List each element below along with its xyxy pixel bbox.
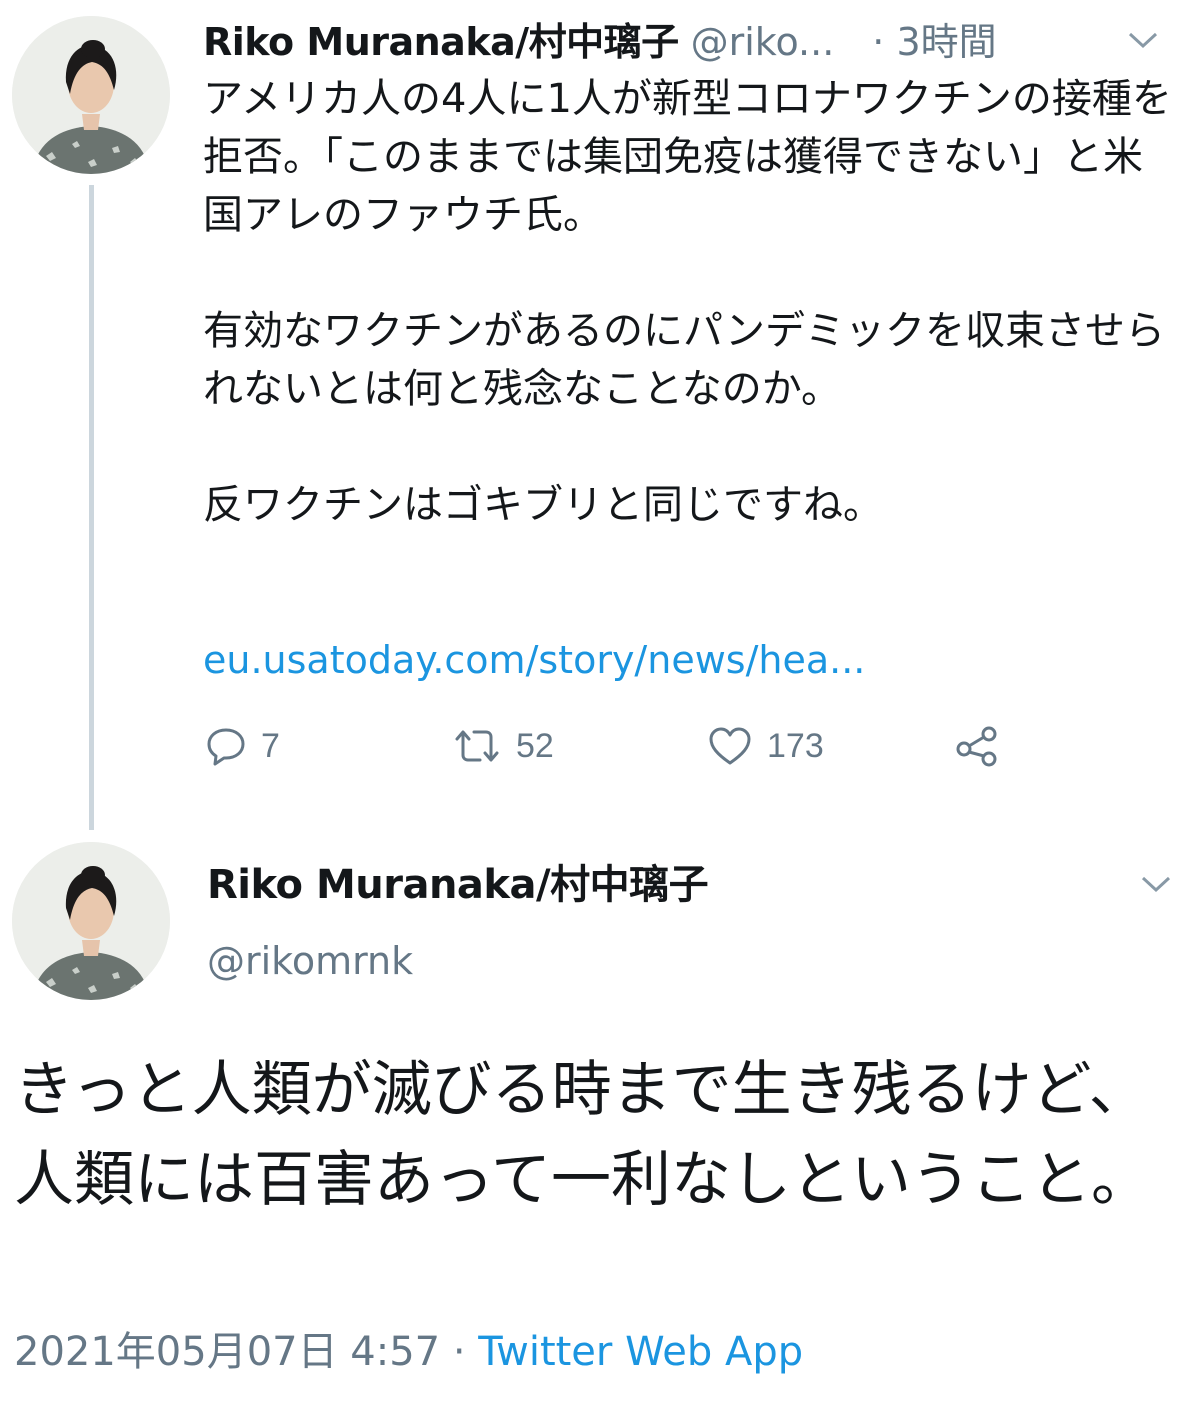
avatar[interactable] xyxy=(12,842,170,1000)
retweet-count: 52 xyxy=(516,726,554,765)
chevron-down-icon[interactable] xyxy=(1126,28,1160,52)
retweet-button[interactable]: 52 xyxy=(452,718,554,774)
like-button[interactable]: 173 xyxy=(707,718,824,774)
tweet-paragraph: アメリカ人の4人に1人が新型コロナワクチンの接種を拒否。「このままでは集団免疫は… xyxy=(203,76,1172,238)
tweet-paragraph: きっと人類が滅びる時まで生き残るけど、人類には百害あって一利なしということ。 xyxy=(14,1055,1151,1215)
display-name[interactable]: Riko Muranaka/村中璃子 xyxy=(207,856,709,914)
like-count: 173 xyxy=(767,726,824,765)
profile-photo-icon xyxy=(12,842,170,1000)
tweet-timestamp[interactable]: 2021年05月07日 4:57 xyxy=(14,1329,440,1375)
reply-count: 7 xyxy=(261,726,280,765)
tweet-text: きっと人類が滅びる時まで生き残るけど、人類には百害あって一利なしということ。 xyxy=(14,1045,1174,1225)
tweet-paragraph: 有効なワクチンがあるのにパンデミックを収束させられないとは何と残念なことなのか。 xyxy=(203,308,1165,412)
profile-photo-icon xyxy=(12,16,170,174)
heart-icon xyxy=(709,727,751,765)
tweet-paragraph: 反ワクチンはゴキブリと同じですね。 xyxy=(203,482,883,528)
tweet-header: Riko Muranaka/村中璃子 @riko... · 3時間 xyxy=(203,14,1163,70)
user-handle[interactable]: @rikomrnk xyxy=(207,932,413,990)
retweet-icon xyxy=(455,730,499,762)
reply-button[interactable]: 7 xyxy=(205,718,280,774)
thread-connector-line xyxy=(89,185,94,830)
avatar[interactable] xyxy=(12,16,170,174)
share-icon xyxy=(956,726,997,767)
meta-separator: · xyxy=(440,1329,479,1375)
chevron-down-icon[interactable] xyxy=(1139,872,1173,896)
user-handle[interactable]: @riko... xyxy=(691,20,835,64)
tweet-meta: 2021年05月07日 4:57 · Twitter Web App xyxy=(14,1322,803,1382)
tweet-link[interactable]: eu.usatoday.com/story/news/hea... xyxy=(203,632,865,688)
share-button[interactable] xyxy=(955,718,999,774)
display-name[interactable]: Riko Muranaka/村中璃子 xyxy=(203,20,679,64)
tweet-text: アメリカ人の4人に1人が新型コロナワクチンの接種を拒否。「このままでは集団免疫は… xyxy=(203,70,1178,534)
tweet-time[interactable]: · 3時間 xyxy=(872,20,996,64)
reply-icon xyxy=(207,728,245,766)
tweet-source[interactable]: Twitter Web App xyxy=(478,1329,803,1375)
